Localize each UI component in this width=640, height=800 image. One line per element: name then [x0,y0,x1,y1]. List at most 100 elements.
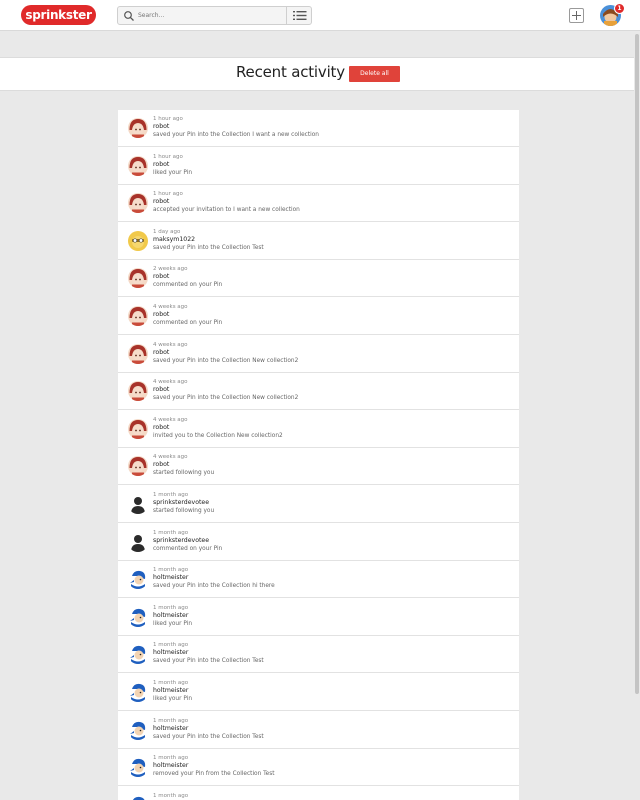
activity-item[interactable]: 1 month ago holtmeister saved your Pin int… [118,561,519,599]
activity-username[interactable]: robot [153,386,169,393]
activity-description: saved your Pin into the Collection I wan… [153,132,319,138]
activity-username[interactable]: holtmeister [153,649,188,656]
activity-avatar[interactable] [128,118,148,138]
sprinkster-logo[interactable]: sprinkster [21,5,96,25]
header-spacer [0,32,640,57]
activity-description: accepted your invitation to I want a new… [153,207,300,214]
activity-description: saved your Pin into the Collection Test [153,658,264,665]
add-pin-icon[interactable] [569,8,584,23]
activity-item[interactable]: 1 month ago [118,787,519,800]
activity-time: 1 month ago [153,717,189,724]
activity-username[interactable]: holtmeister [153,574,188,581]
activity-item[interactable]: 4 weeks ago robot commented on your Pin [118,298,519,335]
activity-time: 2 weeks ago [153,266,188,273]
activity-avatar[interactable] [128,381,148,402]
activity-item[interactable]: 4 weeks ago robot saved your Pin into the … [118,373,519,411]
search-divider [286,7,287,24]
activity-avatar[interactable] [128,155,148,176]
activity-description: saved your Pin into the Collection New c… [153,395,299,402]
scrollbar-thumb[interactable] [635,34,639,694]
activity-item[interactable]: 1 hour ago robot liked your Pin [118,148,519,185]
activity-description: commented on your Pin [153,320,223,326]
activity-time: 1 hour ago [153,191,183,198]
activity-description: started following you [153,470,215,477]
activity-description: started following you [153,508,215,514]
activity-avatar[interactable] [128,418,148,439]
activity-item[interactable]: 2 weeks ago robot commented on your Pin [118,260,519,298]
activity-time: 1 hour ago [153,116,183,122]
activity-item[interactable]: 1 month ago holtmeister removed your Pin f… [118,749,519,787]
activity-username[interactable]: robot [153,273,169,280]
activity-avatar[interactable] [128,682,148,702]
activity-description: saved your Pin into the Collection Test [153,733,264,740]
activity-description: saved your Pin into the Collection Test [153,244,264,251]
activity-username[interactable]: sprinksterdevotee [153,537,209,544]
activity-avatar[interactable] [128,494,148,514]
activity-time: 1 month ago [153,604,189,611]
activity-time: 1 month ago [153,642,189,649]
activity-avatar[interactable] [128,569,148,590]
activity-description: liked your Pin [153,620,192,627]
activity-avatar[interactable] [128,193,148,214]
activity-item[interactable]: 1 hour ago robot accepted your invitation … [118,185,519,223]
activity-time: 1 month ago [153,492,189,498]
activity-avatar[interactable] [128,456,148,477]
activity-avatar[interactable] [128,343,148,364]
activity-item[interactable]: 1 month ago holtmeister liked your Pin [118,674,519,711]
activity-description: saved your Pin into the Collection hi th… [153,583,275,590]
activity-avatar[interactable] [128,644,148,665]
activity-username[interactable]: holtmeister [153,725,188,732]
search-input[interactable] [138,8,283,23]
activity-time: 1 month ago [153,755,189,762]
activity-time: 4 weeks ago [153,454,188,461]
activity-avatar[interactable] [128,606,148,627]
activity-item[interactable]: 1 month ago holtmeister liked your Pin [118,599,519,636]
activity-time: 1 month ago [153,567,189,574]
activity-username[interactable]: robot [153,349,169,356]
activity-item[interactable]: 4 weeks ago robot saved your Pin into the … [118,336,519,373]
top-navigation-bar: sprinkster 1 [0,0,640,31]
activity-description: commented on your Pin [153,282,223,289]
activity-username[interactable]: robot [153,123,169,130]
activity-description: liked your Pin [153,169,192,176]
activity-time: 1 hour ago [153,153,183,160]
activity-avatar[interactable] [128,306,148,326]
activity-avatar[interactable] [128,230,148,251]
activity-username[interactable]: holtmeister [153,762,188,769]
activity-username[interactable]: robot [153,161,169,168]
activity-description: removed your Pin from the Collection Tes… [153,771,275,778]
activity-username[interactable]: sprinksterdevotee [153,499,209,506]
activity-username[interactable]: holtmeister [153,612,188,619]
delete-all-button[interactable]: Delete all [349,66,400,82]
activity-username[interactable]: robot [153,311,169,318]
activity-description: commented on your Pin [153,545,223,552]
activity-avatar[interactable] [128,719,148,740]
activity-description: saved your Pin into the Collection New c… [153,357,299,364]
activity-username[interactable]: maksym1022 [153,236,195,243]
activity-avatar[interactable] [128,531,148,552]
activity-time: 4 weeks ago [153,304,188,310]
activity-item[interactable]: 1 month ago sprinksterdevotee commented on… [118,524,519,561]
search-icon[interactable] [123,10,135,22]
activity-time: 4 weeks ago [153,341,188,348]
activity-item[interactable]: 4 weeks ago robot started following you [118,448,519,486]
activity-username[interactable]: robot [153,461,169,468]
notification-badge[interactable]: 1 [614,3,625,14]
activity-item[interactable]: 1 month ago holtmeister saved your Pin int… [118,712,519,749]
activity-avatar[interactable] [128,794,148,800]
activity-username[interactable]: robot [153,424,169,431]
activity-time: 1 month ago [153,529,189,536]
activity-item[interactable]: 1 hour ago robot saved your Pin into the C… [118,110,519,147]
activity-avatar[interactable] [128,757,148,778]
activity-item[interactable]: 1 month ago sprinksterdevotee started foll… [118,486,519,523]
activity-item[interactable]: 1 month ago holtmeister saved your Pin int… [118,636,519,674]
activity-description: liked your Pin [153,696,192,702]
activity-time: 4 weeks ago [153,379,188,386]
activity-username[interactable]: holtmeister [153,687,188,694]
activity-time: 1 month ago [153,792,189,799]
activity-item[interactable]: 1 day ago maksym1022 saved your Pin into t… [118,223,519,260]
activity-item[interactable]: 4 weeks ago robot invited you to the Colle… [118,411,519,448]
list-menu-icon[interactable] [293,10,307,21]
activity-username[interactable]: robot [153,198,169,205]
activity-avatar[interactable] [128,268,148,289]
